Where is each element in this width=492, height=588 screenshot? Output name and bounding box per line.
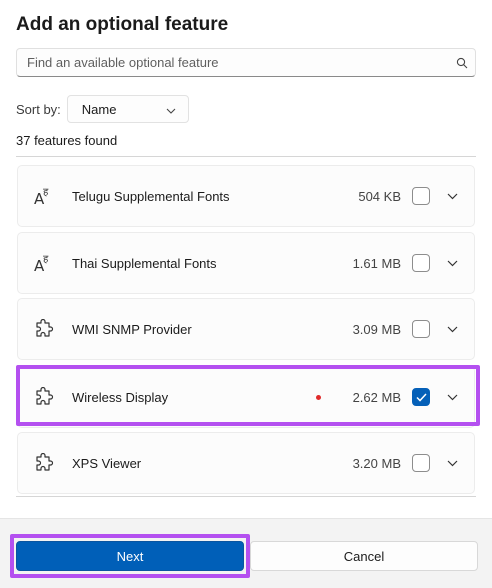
sort-row: Sort by: Name (16, 95, 189, 123)
puzzle-icon (31, 450, 57, 476)
list-item[interactable]: Aह Thai Supplemental Fonts 1.61 MB (17, 232, 475, 294)
feature-checkbox[interactable] (412, 187, 430, 205)
feature-checkbox[interactable] (412, 254, 430, 272)
sort-label: Sort by: (16, 101, 61, 117)
feature-checkbox[interactable] (412, 388, 430, 406)
feature-size: 504 KB (358, 188, 401, 204)
marker-dot (316, 395, 321, 400)
feature-name: Wireless Display (72, 389, 169, 405)
list-divider (16, 496, 476, 497)
page-title: Add an optional feature (16, 14, 229, 35)
svg-text:ह: ह (43, 254, 49, 265)
chevron-down-icon[interactable] (430, 394, 474, 401)
list-item[interactable]: XPS Viewer 3.20 MB (17, 432, 475, 494)
feature-checkbox[interactable] (412, 320, 430, 338)
feature-size: 2.62 MB (352, 389, 401, 405)
font-icon: Aह (31, 183, 57, 209)
list-item[interactable]: Aह Telugu Supplemental Fonts 504 KB (17, 165, 475, 227)
feature-checkbox[interactable] (412, 454, 430, 472)
cancel-button[interactable]: Cancel (250, 541, 478, 571)
search-input[interactable] (17, 49, 449, 76)
chevron-down-icon (166, 102, 176, 117)
search-icon[interactable] (449, 57, 475, 69)
chevron-down-icon[interactable] (430, 460, 474, 467)
search-box (16, 48, 476, 77)
puzzle-icon (31, 316, 57, 342)
chevron-down-icon[interactable] (430, 260, 474, 267)
sort-dropdown[interactable]: Name (66, 95, 189, 123)
feature-size: 1.61 MB (352, 255, 401, 271)
feature-name: Telugu Supplemental Fonts (72, 188, 230, 204)
feature-name: WMI SNMP Provider (72, 321, 192, 337)
svg-text:ह: ह (43, 187, 49, 198)
chevron-down-icon[interactable] (430, 193, 474, 200)
next-button[interactable]: Next (16, 541, 244, 571)
feature-size: 3.09 MB (352, 321, 401, 337)
chevron-down-icon[interactable] (430, 326, 474, 333)
list-item[interactable]: Wireless Display 2.62 MB (17, 366, 475, 428)
results-count: 37 features found (16, 133, 118, 148)
feature-size: 3.20 MB (352, 455, 401, 471)
list-divider (16, 156, 476, 157)
puzzle-icon (31, 384, 57, 410)
feature-name: Thai Supplemental Fonts (72, 255, 217, 271)
sort-selected-value: Name (81, 101, 117, 117)
checkmark-icon (415, 392, 427, 402)
list-item[interactable]: WMI SNMP Provider 3.09 MB (17, 298, 475, 360)
feature-name: XPS Viewer (72, 455, 142, 471)
font-icon: Aह (31, 250, 57, 276)
